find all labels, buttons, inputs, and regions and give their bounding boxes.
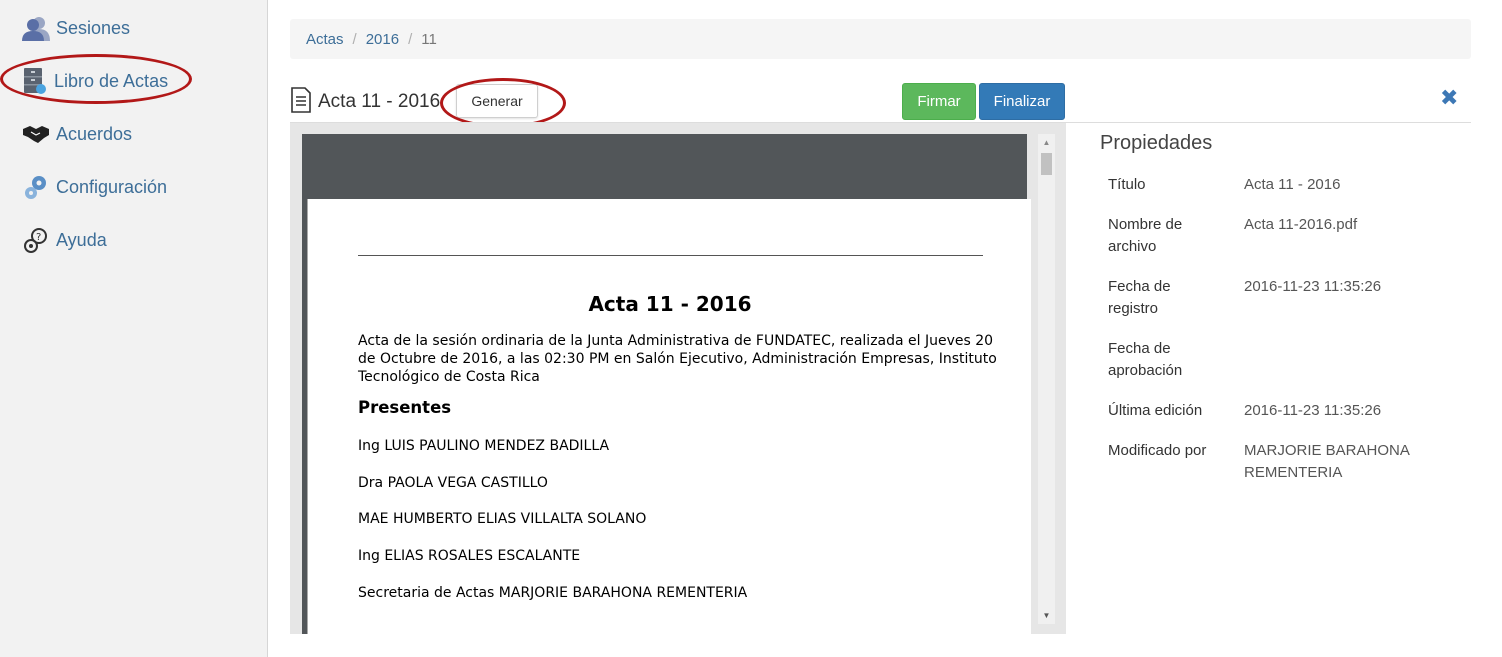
archive-icon (20, 67, 48, 95)
scroll-down-arrow-icon[interactable]: ▼ (1038, 607, 1055, 624)
pdf-present-item: Dra PAOLA VEGA CASTILLO (358, 475, 548, 491)
pdf-page: Acta 11 - 2016 Acta de la sesión ordinar… (307, 199, 1031, 634)
sidebar-item-sesiones[interactable]: Sesiones (22, 13, 130, 43)
property-value: 2016-11-23 11:35:26 (1244, 278, 1382, 295)
property-label: Nombre de archivo (1108, 216, 1183, 255)
sidebar-item-label: Ayuda (56, 229, 107, 250)
document-header: Acta 11 - 2016 (290, 82, 440, 122)
pdf-scrollbar[interactable]: ▲ ▼ (1038, 134, 1055, 624)
pdf-header-rule (358, 255, 983, 256)
document-icon (290, 86, 312, 118)
property-label: Fecha de aprobación (1108, 340, 1183, 379)
users-icon (22, 14, 50, 42)
property-value: Acta 11-2016.pdf (1244, 216, 1358, 233)
pdf-present-heading: Presentes (358, 398, 452, 417)
sidebar-item-label: Acuerdos (56, 123, 133, 144)
pdf-present-item: MAE HUMBERTO ELIAS VILLALTA SOLANO (358, 511, 647, 527)
sidebar: Sesiones Libro de Actas Acuerdos Configu… (0, 0, 268, 657)
pdf-intro: Acta de la sesión ordinaria de la Junta … (358, 333, 997, 385)
help-gear-icon: ? (22, 226, 50, 254)
scroll-up-arrow-icon[interactable]: ▲ (1038, 134, 1055, 151)
property-label: Título (1108, 176, 1146, 193)
property-label: Fecha de registro (1108, 278, 1171, 317)
pdf-title: Acta 11 - 2016 (588, 292, 752, 316)
sidebar-item-ayuda[interactable]: ? Ayuda (22, 225, 107, 255)
scroll-thumb[interactable] (1041, 153, 1052, 175)
property-value: 2016-11-23 11:35:26 (1244, 402, 1382, 419)
page-title: Acta 11 - 2016 (318, 91, 441, 112)
pdf-present-item: Ing LUIS PAULINO MENDEZ BADILLA (358, 438, 610, 454)
breadcrumb-separator: / (408, 30, 413, 48)
sidebar-item-label: Configuración (56, 176, 168, 197)
generate-button[interactable]: Generar (456, 84, 538, 118)
sign-button[interactable]: Firmar (902, 83, 976, 120)
property-label: Modificado por (1108, 442, 1207, 459)
pdf-present-item: Secretaria de Actas MARJORIE BARAHONA RE… (358, 585, 748, 601)
sidebar-item-acuerdos[interactable]: Acuerdos (22, 119, 132, 149)
svg-text:?: ? (36, 232, 41, 243)
breadcrumb-separator: / (352, 30, 357, 48)
sidebar-item-libro-de-actas[interactable]: Libro de Actas (20, 66, 168, 96)
close-icon[interactable]: ✖ (1440, 87, 1458, 109)
breadcrumb: Actas / 2016 / 11 (290, 19, 1471, 59)
breadcrumb-item-current: 11 (421, 30, 437, 48)
breadcrumb-item-year[interactable]: 2016 (366, 31, 399, 48)
property-label: Última edición (1108, 402, 1203, 419)
property-value: MARJORIE BARAHONA REMENTERIA (1244, 442, 1410, 481)
pdf-present-item: Ing ELIAS ROSALES ESCALANTE (358, 548, 581, 564)
property-value: Acta 11 - 2016 (1244, 176, 1341, 193)
sidebar-item-label: Sesiones (56, 17, 131, 38)
pdf-viewer[interactable]: Acta 11 - 2016 Acta de la sesión ordinar… (290, 123, 1066, 634)
gears-icon (22, 173, 50, 201)
sidebar-item-configuracion[interactable]: Configuración (22, 172, 167, 202)
finalize-button[interactable]: Finalizar (979, 83, 1065, 120)
handshake-icon (22, 120, 50, 148)
breadcrumb-item-actas[interactable]: Actas (306, 31, 344, 48)
properties-heading: Propiedades (1100, 132, 1213, 154)
sidebar-item-label: Libro de Actas (54, 70, 169, 91)
